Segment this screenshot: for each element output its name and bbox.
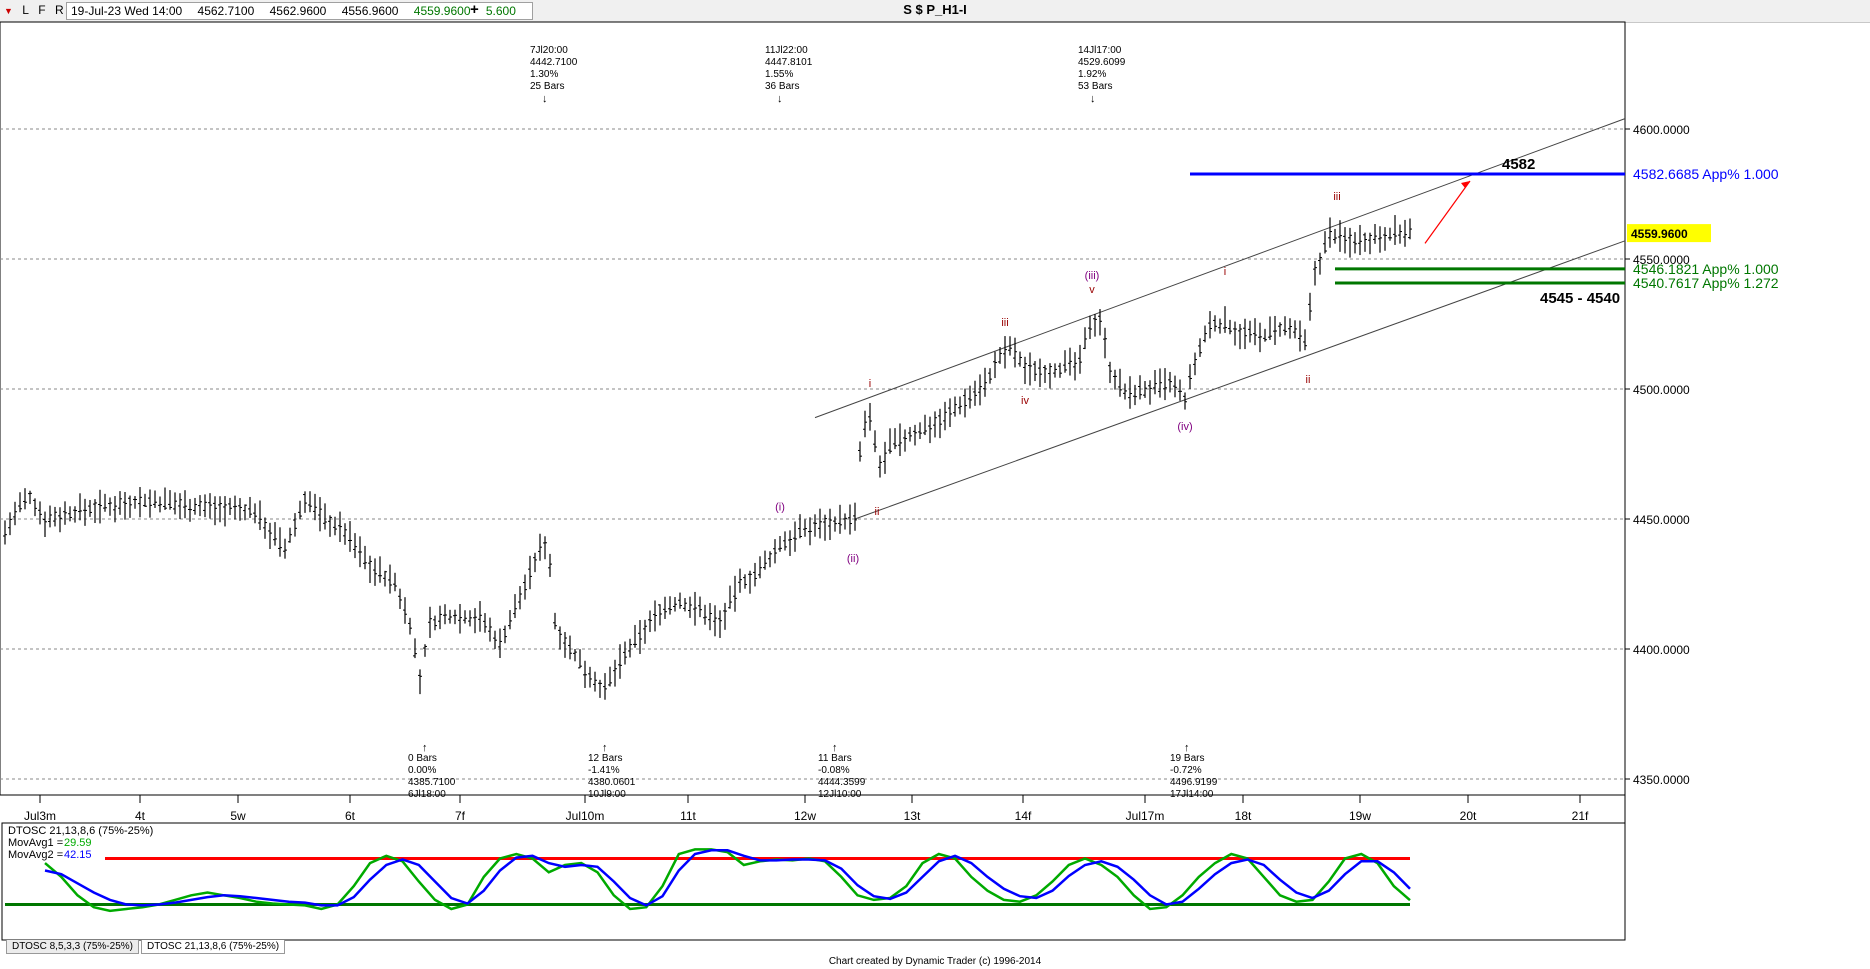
x-tick-label: Jul10m [566,809,605,823]
projection-level-label: 4582.6685 App% 1.000 [1633,166,1779,182]
projection-level-label: 4540.7617 App% 1.272 [1633,275,1779,291]
wave-label: (iii) [1085,270,1100,282]
wave-label: (iv) [1177,421,1192,433]
down-arrow-icon: ↓ [777,93,783,105]
swing-low-label: 4444.3599 [818,777,866,788]
swing-high-label: 7Jl20:00 [530,45,568,56]
wave-label: (ii) [847,553,859,565]
swing-low-label: 19 Bars [1170,753,1204,764]
indicator-tabs: DTOSC 8,5,3,3 (75%-25%) DTOSC 21,13,8,6 (… [6,940,287,954]
osc-value-movavg1: 29.59 [64,837,92,849]
y-tick-label: 4550.0000 [1633,253,1690,267]
osc-title: DTOSC 21,13,8,6 (75%-25%) [8,825,153,837]
swing-low-label: 0.00% [408,765,436,776]
price-chart[interactable]: 4582.6685 App% 1.0004546.1821 App% 1.000… [0,0,1870,969]
x-tick-label: 13t [904,809,921,823]
swing-high-label: 25 Bars [530,81,564,92]
swing-low-label: 11 Bars [818,753,852,764]
x-tick-label: 19w [1349,809,1371,823]
x-tick-label: Jul17m [1126,809,1165,823]
level-note-4582: 4582 [1502,156,1535,173]
x-tick-label: 14f [1015,809,1032,823]
osc-legend-movavg1: MovAvg1 = [8,837,63,849]
wave-label: ii [1306,374,1311,386]
x-tick-label: 11t [680,809,696,823]
swing-high-label: 4529.6099 [1078,57,1126,68]
wave-label: i [1224,266,1226,278]
y-tick-label: 4600.0000 [1633,123,1690,137]
swing-low-label: 4380.0601 [588,777,636,788]
swing-high-label: 4442.7100 [530,57,578,68]
swing-high-label: 53 Bars [1078,81,1112,92]
wave-label: iii [1333,191,1340,203]
x-tick-label: 18t [1235,809,1252,823]
swing-high-label: 36 Bars [765,81,799,92]
x-tick-label: 7f [455,809,466,823]
x-tick-label: 4t [135,809,146,823]
swing-high-label: 11Jl22:00 [765,45,808,56]
wave-label: ii [875,506,880,518]
down-arrow-icon: ↓ [542,93,548,105]
x-tick-label: Jul3m [24,809,56,823]
osc-legend-movavg2: MovAvg2 = [8,849,63,861]
oscillator-panel [1,822,1626,941]
swing-low-label: 4385.7100 [408,777,456,788]
y-tick-label: 4500.0000 [1633,383,1690,397]
tab-dtosc-21-13-8-6[interactable]: DTOSC 21,13,8,6 (75%-25%) [140,940,286,954]
x-tick-label: 12w [794,809,816,823]
swing-high-label: 4447.8101 [765,57,813,68]
chart-credit: Chart created by Dynamic Trader (c) 1996… [828,956,1042,967]
swing-low-label: 4496.9199 [1170,777,1218,788]
plot-area [0,21,1626,796]
y-tick-label: 4350.0000 [1633,773,1690,787]
wave-label: iv [1021,395,1029,407]
last-price-label: 4559.9600 [1631,227,1688,241]
swing-low-label: -0.08% [818,765,850,776]
swing-low-label: -0.72% [1170,765,1202,776]
x-tick-label: 5w [230,809,246,823]
x-tick-label: 6t [345,809,356,823]
swing-low-label: -1.41% [588,765,620,776]
x-tick-label: 21f [1572,809,1589,823]
x-tick-label: 20t [1460,809,1477,823]
wave-label: (i) [775,501,785,513]
y-tick-label: 4400.0000 [1633,643,1690,657]
osc-value-movavg2: 42.15 [64,849,92,861]
y-tick-label: 4450.0000 [1633,513,1690,527]
swing-high-label: 1.92% [1078,69,1106,80]
swing-low-label: 12 Bars [588,753,622,764]
wave-label: v [1089,284,1095,296]
swing-low-label: 0 Bars [408,753,437,764]
swing-high-label: 1.55% [765,69,793,80]
wave-label: i [869,378,871,390]
level-note-4545-4540: 4545 - 4540 [1540,290,1620,307]
wave-label: iii [1001,317,1008,329]
swing-high-label: 14Jl17:00 [1078,45,1122,56]
swing-high-label: 1.30% [530,69,558,80]
tab-dtosc-8-5-3-3[interactable]: DTOSC 8,5,3,3 (75%-25%) [6,940,139,954]
down-arrow-icon: ↓ [1090,93,1096,105]
